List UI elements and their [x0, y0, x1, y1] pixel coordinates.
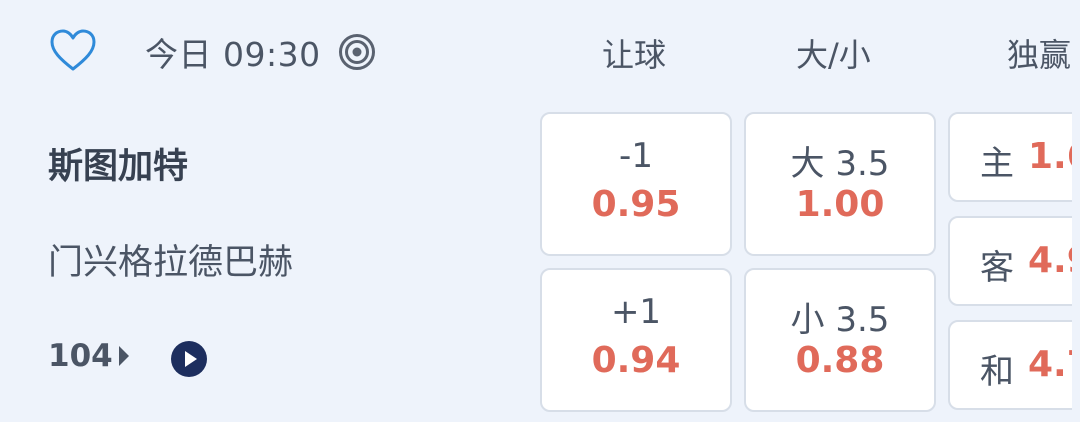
- more-markets-count: 104: [48, 338, 113, 374]
- over-under-line: 小 3.5: [790, 300, 890, 340]
- handicap-away-odds-button[interactable]: +1 0.94: [540, 268, 732, 412]
- column-header-1x2: 独赢: [1007, 36, 1072, 74]
- away-team-name: 门兴格拉德巴赫: [48, 243, 294, 283]
- more-markets-link[interactable]: 104: [48, 338, 131, 374]
- over-odds-button[interactable]: 大 3.5 1.00: [744, 112, 936, 256]
- handicap-line: -1: [619, 136, 653, 176]
- 1x2-draw-odds-button[interactable]: 和 4.7: [948, 320, 1080, 410]
- odds-price: 1.00: [795, 184, 885, 225]
- under-odds-button[interactable]: 小 3.5 0.88: [744, 268, 936, 412]
- home-team-name: 斯图加特: [48, 147, 189, 187]
- 1x2-away-odds-button[interactable]: 客 4.9: [948, 216, 1080, 306]
- match-row: 今日 09:30 让球 大/小 独赢 斯图加特 门兴格拉德巴赫 104 -1 0…: [0, 0, 1080, 422]
- handicap-line: +1: [610, 292, 662, 332]
- column-header-handicap: 让球: [602, 36, 667, 74]
- heart-outline-icon[interactable]: [48, 26, 98, 76]
- 1x2-home-odds-button[interactable]: 主 1.6: [948, 112, 1080, 202]
- play-circle-icon[interactable]: [170, 340, 208, 378]
- 1x2-label: 和: [980, 352, 1014, 392]
- match-time: 今日 09:30: [145, 35, 321, 74]
- over-under-line: 大 3.5: [790, 144, 890, 184]
- odds-price: 0.94: [591, 340, 681, 381]
- handicap-home-odds-button[interactable]: -1 0.95: [540, 112, 732, 256]
- target-icon: [339, 34, 375, 70]
- odds-price: 0.88: [795, 340, 885, 381]
- right-edge-mask: [1072, 0, 1080, 422]
- odds-price: 0.95: [591, 184, 681, 225]
- chevron-right-icon: [118, 346, 129, 366]
- 1x2-label: 主: [980, 144, 1014, 184]
- 1x2-label: 客: [980, 248, 1014, 288]
- column-header-over-under: 大/小: [796, 36, 871, 74]
